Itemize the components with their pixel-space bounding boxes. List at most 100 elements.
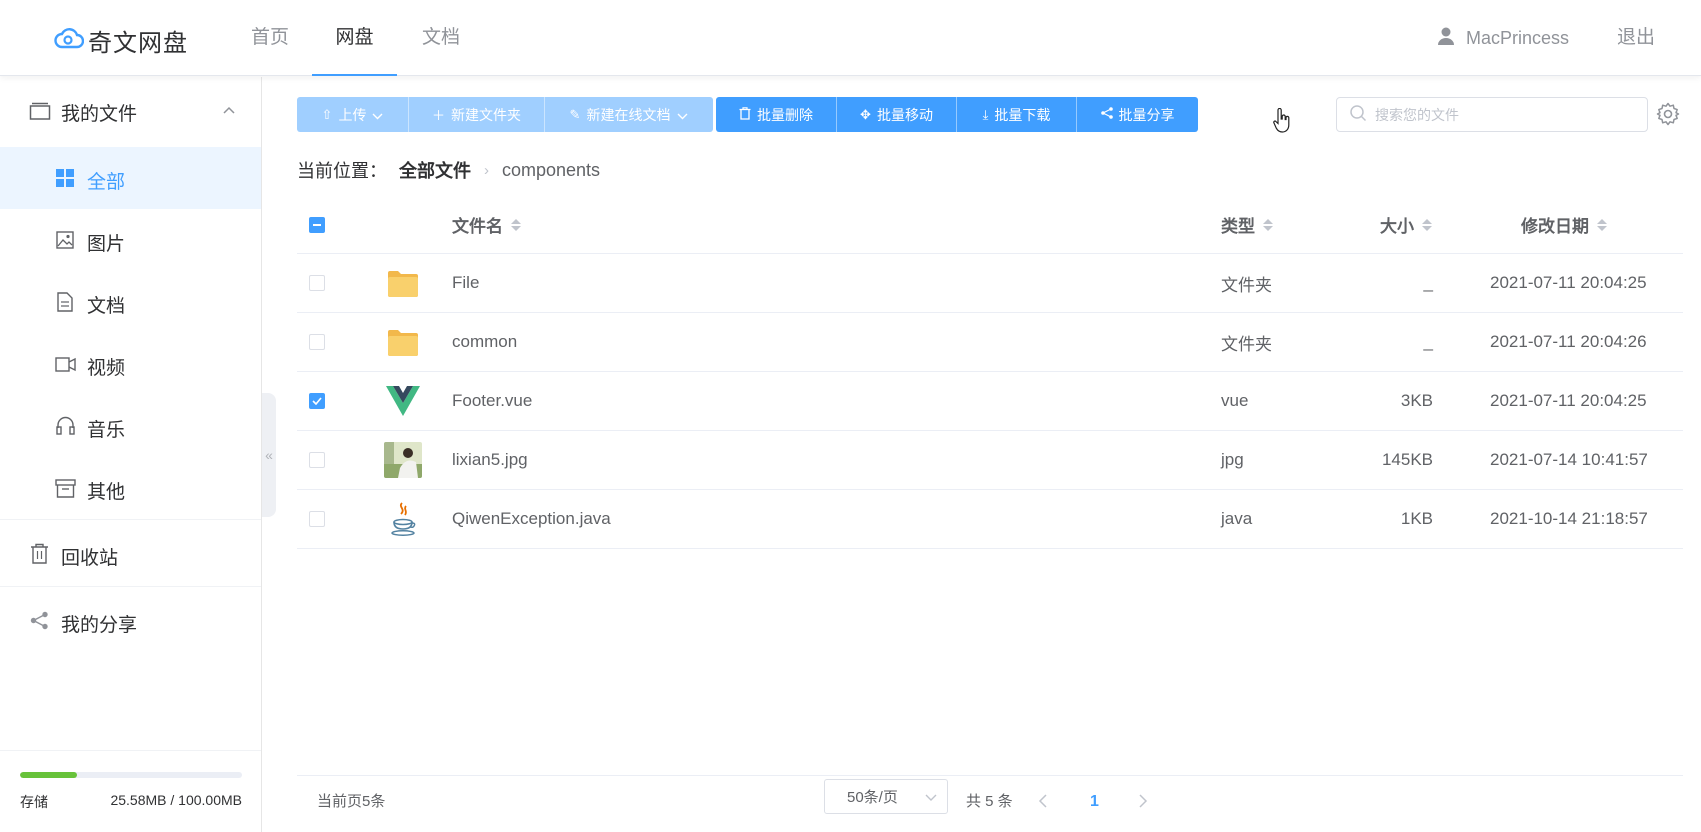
file-date: 2021-07-11 20:04:25 (1490, 391, 1647, 410)
app-logo[interactable]: 奇文网盘 (54, 24, 188, 57)
user-menu[interactable]: MacPrincess (1436, 24, 1569, 52)
batch-download-label: 批量下载 (994, 106, 1051, 123)
new-folder-button[interactable]: ＋ 新建文件夹 (409, 97, 545, 132)
breadcrumb-item-root[interactable]: 全部文件 (399, 157, 471, 183)
sidebar-item-all[interactable]: 全部 (0, 147, 261, 209)
batch-share-button[interactable]: 批量分享 (1077, 97, 1198, 132)
cloud-icon (54, 26, 85, 55)
column-type[interactable]: 类型 (1221, 196, 1273, 253)
sidebar-item-videos[interactable]: 视频 (0, 333, 261, 395)
column-date[interactable]: 修改日期 (1521, 196, 1607, 253)
table-row[interactable]: common 文件夹 _ 2021-07-11 20:04:26 (297, 313, 1683, 372)
file-type: 文件夹 (1221, 334, 1272, 354)
edit-icon: ✎ (569, 106, 581, 122)
file-name[interactable]: Footer.vue (452, 372, 532, 430)
username: MacPrincess (1466, 27, 1570, 48)
column-date-label: 修改日期 (1521, 217, 1589, 236)
sidebar-item-images[interactable]: 图片 (0, 209, 261, 271)
row-checkbox[interactable] (309, 254, 325, 312)
storage-used-text: 25.58MB / 100.00MB (110, 792, 242, 808)
sort-icon[interactable] (1422, 218, 1432, 231)
sort-icon[interactable] (1263, 218, 1273, 231)
upload-icon: ⇧ (321, 106, 333, 122)
image-icon (56, 231, 74, 249)
sort-icon[interactable] (511, 218, 521, 231)
row-checkbox[interactable] (309, 372, 325, 430)
row-checkbox[interactable] (309, 490, 325, 548)
batch-move-button[interactable]: ✥ 批量移动 (837, 97, 957, 132)
row-checkbox[interactable] (309, 431, 325, 489)
breadcrumb-item-current: components (502, 159, 601, 180)
sidebar-shares-label: 我的分享 (61, 615, 138, 636)
folder-icon (388, 254, 418, 312)
nav-docs[interactable]: 文档 (419, 0, 463, 76)
logout-link[interactable]: 退出 (1617, 24, 1655, 52)
sidebar-my-files-label: 我的文件 (61, 104, 138, 125)
table-row[interactable]: lixian5.jpg jpg 145KB 2021-07-14 10:41:5… (297, 431, 1683, 490)
sidebar-item-other[interactable]: 其他 (0, 457, 261, 519)
search-input[interactable]: 搜索您的文件 (1336, 97, 1648, 132)
breadcrumb-label: 当前位置： (297, 161, 387, 181)
java-icon (389, 490, 417, 548)
nav-home[interactable]: 首页 (248, 0, 292, 76)
sidebar-recycle-bin[interactable]: 回收站 (0, 520, 261, 586)
storage-bar-fill (20, 772, 77, 778)
document-icon (57, 292, 73, 312)
storage-usage: 存储 25.58MB / 100.00MB (20, 772, 242, 812)
file-name[interactable]: lixian5.jpg (452, 431, 528, 489)
new-online-doc-button[interactable]: ✎ 新建在线文档 (545, 97, 713, 132)
file-name[interactable]: common (452, 313, 517, 371)
gear-icon[interactable] (1656, 102, 1680, 131)
sidebar-item-music[interactable]: 音乐 (0, 395, 261, 457)
upload-button[interactable]: ⇧ 上传 (297, 97, 409, 132)
page-number[interactable]: 1 (1090, 787, 1099, 817)
nav-disk[interactable]: 网盘 (312, 0, 397, 76)
search-placeholder: 搜索您的文件 (1375, 106, 1459, 123)
storage-label: 存储 (20, 794, 48, 810)
chevron-right-icon (1138, 792, 1148, 812)
folder-outline-icon (29, 101, 51, 121)
column-size[interactable]: 大小 (1380, 196, 1432, 253)
file-size: 1KB (1400, 509, 1433, 528)
sidebar-my-files[interactable]: 我的文件 (0, 77, 261, 147)
file-size: _ (1423, 332, 1433, 351)
batch-delete-button[interactable]: 批量删除 (716, 97, 837, 132)
sidebar-recycle-label: 回收站 (61, 548, 119, 569)
file-size: _ (1423, 273, 1433, 292)
sidebar-collapse-toggle[interactable]: « (262, 393, 276, 517)
sidebar-item-label: 其他 (87, 482, 126, 503)
column-type-label: 类型 (1221, 217, 1255, 236)
file-name[interactable]: QiwenException.java (452, 490, 611, 548)
vue-icon (386, 372, 420, 430)
trash-icon (30, 543, 49, 564)
file-type: java (1221, 509, 1253, 528)
file-name[interactable]: File (452, 254, 479, 312)
chevron-up-icon (222, 105, 236, 115)
trash-icon (739, 106, 751, 123)
batch-download-button[interactable]: ⤓ 批量下载 (957, 97, 1077, 132)
archive-icon (55, 479, 76, 498)
row-checkbox[interactable] (309, 313, 325, 371)
table-row[interactable]: Footer.vue vue 3KB 2021-07-11 20:04:25 (297, 372, 1683, 431)
folder-icon (388, 313, 418, 371)
batch-share-label: 批量分享 (1118, 106, 1175, 123)
sidebar-my-shares[interactable]: 我的分享 (0, 587, 261, 653)
sidebar-divider (0, 750, 261, 751)
grid-icon (56, 169, 74, 187)
sort-icon[interactable] (1597, 218, 1607, 231)
select-all-checkbox[interactable] (309, 196, 325, 253)
double-chevron-left-icon: « (265, 447, 273, 463)
prev-page-button[interactable] (1038, 787, 1048, 817)
file-size: 3KB (1400, 391, 1433, 410)
share-icon (1100, 107, 1113, 122)
page-size-select[interactable]: 50条/页 (824, 779, 948, 814)
chevron-right-icon: › (484, 161, 489, 179)
sidebar-item-documents[interactable]: 文档 (0, 271, 261, 333)
next-page-button[interactable] (1138, 787, 1148, 817)
table-row[interactable]: File 文件夹 _ 2021-07-11 20:04:25 (297, 254, 1683, 313)
file-date: 2021-07-11 20:04:25 (1490, 273, 1647, 292)
table-row[interactable]: QiwenException.java java 1KB 2021-10-14 … (297, 490, 1683, 549)
column-name[interactable]: 文件名 (452, 196, 521, 253)
breadcrumb: 当前位置： 全部文件 › components (297, 157, 600, 183)
move-icon: ✥ (860, 106, 871, 122)
